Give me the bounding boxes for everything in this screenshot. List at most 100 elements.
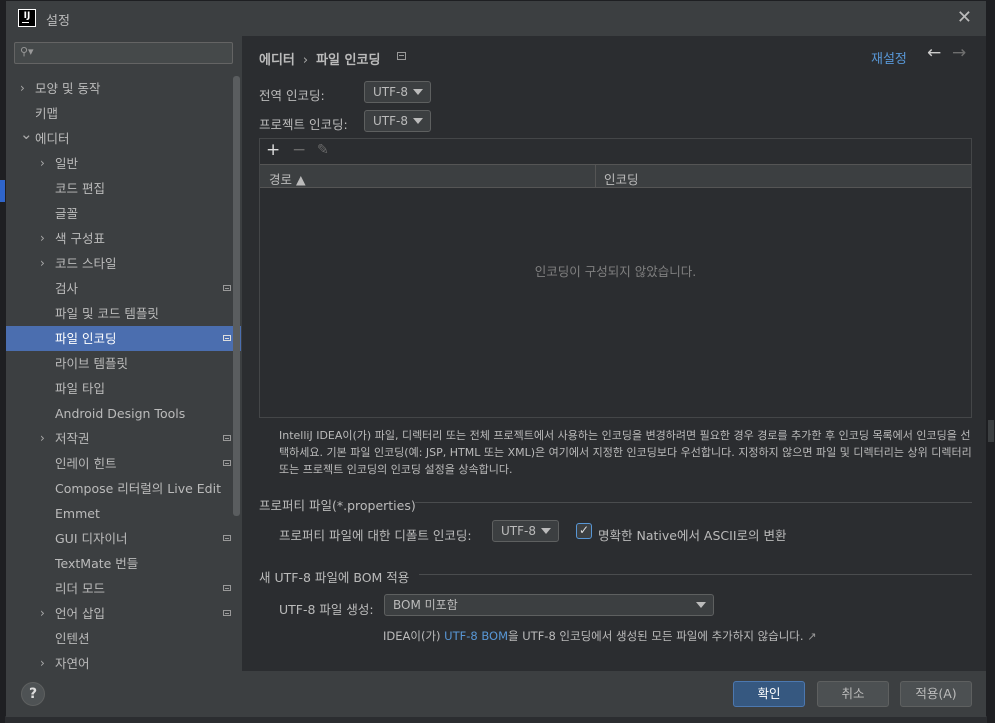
sidebar-item[interactable]: 키맵 (6, 101, 241, 126)
chevron-down-icon (541, 528, 551, 534)
sidebar-item[interactable]: GUI 디자이너 (6, 526, 241, 551)
project-level-icon (223, 460, 231, 466)
properties-default-value: UTF-8 (501, 524, 536, 538)
sidebar-item[interactable]: 파일 타입 (6, 376, 241, 401)
chevron-down-icon (413, 118, 423, 124)
project-level-icon (223, 285, 231, 291)
chevron-down-icon[interactable]: ⌄ (20, 122, 33, 147)
help-button[interactable]: ? (21, 682, 45, 706)
background-marker (988, 420, 994, 442)
chevron-right-icon[interactable]: › (40, 426, 45, 451)
sidebar-item-label: 파일 인코딩 (55, 331, 117, 346)
sidebar-item[interactable]: › 모양 및 동작 (6, 76, 241, 101)
sidebar-item[interactable]: ⌄ 에디터 (6, 125, 241, 151)
sidebar-item[interactable]: › 코드 스타일 (6, 251, 241, 276)
sidebar-item[interactable]: 파일 인코딩 (6, 326, 241, 351)
forward-arrow-icon[interactable]: → (952, 43, 966, 63)
sidebar-item[interactable]: › 일반 (6, 151, 241, 176)
sidebar-item-label: 인텐션 (55, 631, 90, 646)
chevron-right-icon[interactable]: › (40, 601, 45, 626)
sidebar-item-label: 라이브 템플릿 (55, 356, 128, 371)
column-divider[interactable] (595, 165, 596, 187)
sidebar-item-label: Android Design Tools (55, 406, 186, 421)
add-icon[interactable]: + (266, 140, 280, 160)
properties-section-title: 프로퍼티 파일(*.properties) (259, 498, 416, 513)
sidebar-item-label: 모양 및 동작 (35, 81, 101, 96)
sidebar-item[interactable]: Android Design Tools (6, 401, 241, 426)
table-header: 경로 ▲ 인코딩 (260, 164, 971, 188)
sidebar-item-label: 에디터 (35, 131, 70, 146)
external-link-icon[interactable]: ↗ (807, 630, 816, 643)
search-input[interactable]: ⚲▾ (14, 42, 233, 64)
remove-icon[interactable]: − (292, 140, 306, 160)
chevron-down-icon (696, 602, 706, 608)
help-text: IntelliJ IDEA이(가) 파일, 디렉터리 또는 전체 프로젝트에서 … (279, 429, 972, 476)
title-bar: IJ 설정 ✕ (6, 1, 986, 36)
settings-dialog: IJ 설정 ✕ ⚲▾ › 모양 및 동작 키맵 ⌄ 에디터 › 일반 코드 편집 글꼴 › 색 구성… (5, 0, 987, 717)
sidebar-item[interactable]: Compose 리터럴의 Live Edit (6, 476, 241, 501)
native-ascii-checkbox[interactable]: ✓ (576, 523, 592, 539)
dialog-footer: ? 확인 취소 적용(A) (6, 671, 986, 717)
properties-default-select[interactable]: UTF-8 (492, 520, 559, 542)
close-icon[interactable]: ✕ (957, 7, 972, 28)
breadcrumb-parent[interactable]: 에디터 (259, 53, 295, 68)
sidebar-item-label: TextMate 번들 (55, 556, 139, 571)
sidebar-item-label: GUI 디자이너 (55, 531, 128, 546)
bom-create-value: BOM 미포함 (393, 598, 458, 612)
bom-info-text: IDEA이(가) UTF-8 BOM을 UTF-8 인코딩에서 생성된 모든 파… (383, 628, 816, 644)
sidebar-item[interactable]: 인레이 힌트 (6, 451, 241, 476)
chevron-right-icon[interactable]: › (20, 76, 25, 101)
ok-button[interactable]: 확인 (733, 681, 805, 707)
apply-button[interactable]: 적용(A) (900, 681, 972, 707)
sidebar-scrollbar[interactable] (233, 76, 240, 516)
settings-content: 에디터 › 파일 인코딩 재설정 ← → 전역 인코딩: UTF-8 프로젝트 인코… (242, 36, 986, 671)
sidebar-item-label: 언어 삽입 (55, 606, 105, 621)
cancel-button[interactable]: 취소 (817, 681, 889, 707)
column-header-encoding[interactable]: 인코딩 (604, 169, 639, 188)
sidebar-item[interactable]: 파일 및 코드 템플릿 (6, 301, 241, 326)
table-empty-text: 인코딩이 구성되지 않았습니다. (534, 264, 697, 279)
sidebar-item[interactable]: 인텐션 (6, 626, 241, 651)
window-title: 설정 (46, 14, 70, 29)
chevron-right-icon[interactable]: › (40, 151, 45, 176)
project-encoding-label: 프로젝트 인코딩: (259, 117, 348, 132)
section-divider (415, 502, 972, 503)
sidebar-item[interactable]: TextMate 번들 (6, 551, 241, 576)
settings-sidebar: ⚲▾ › 모양 및 동작 키맵 ⌄ 에디터 › 일반 코드 편집 글꼴 › 색 구성표 › 코드 스타일… (6, 36, 242, 671)
sidebar-item[interactable]: 코드 편집 (6, 176, 241, 201)
bom-info-prefix: IDEA이(가) (383, 629, 445, 643)
sidebar-item-label: 키맵 (35, 106, 59, 121)
sidebar-item[interactable]: › 언어 삽입 (6, 601, 241, 626)
sidebar-item-label: 인레이 힌트 (55, 456, 117, 471)
sidebar-item[interactable]: 글꼴 (6, 201, 241, 226)
sidebar-item-label: 저작권 (55, 431, 90, 446)
project-encoding-select[interactable]: UTF-8 (364, 110, 431, 132)
sidebar-item-label: 색 구성표 (55, 231, 105, 246)
project-level-icon (223, 335, 231, 341)
bom-create-select[interactable]: BOM 미포함 (384, 594, 714, 616)
sidebar-item-label: 리더 모드 (55, 581, 105, 596)
utf8-bom-link[interactable]: UTF-8 BOM (444, 629, 508, 643)
project-level-icon (223, 610, 231, 616)
section-divider (419, 574, 972, 575)
sidebar-item-label: 코드 스타일 (55, 256, 117, 271)
reset-link[interactable]: 재설정 (871, 48, 907, 67)
sidebar-item[interactable]: › 색 구성표 (6, 226, 241, 251)
global-encoding-label: 전역 인코딩: (259, 88, 325, 103)
column-header-path[interactable]: 경로 ▲ (269, 169, 306, 188)
global-encoding-select[interactable]: UTF-8 (364, 81, 431, 103)
chevron-right-icon[interactable]: › (40, 251, 45, 276)
sidebar-item[interactable]: Emmet (6, 501, 241, 526)
sidebar-item[interactable]: 검사 (6, 276, 241, 301)
native-ascii-label[interactable]: 명확한 Native에서 ASCII로의 변환 (598, 525, 786, 544)
bom-create-label: UTF-8 파일 생성: (279, 602, 374, 617)
sidebar-item[interactable]: 라이브 템플릿 (6, 351, 241, 376)
sidebar-item[interactable]: › 저작권 (6, 426, 241, 451)
search-icon: ⚲▾ (20, 45, 34, 58)
sidebar-item[interactable]: 리더 모드 (6, 576, 241, 601)
back-arrow-icon[interactable]: ← (927, 43, 941, 63)
sidebar-item-label: 일반 (55, 156, 79, 171)
edit-icon[interactable]: ✎ (317, 142, 329, 158)
sidebar-item-label: Compose 리터럴의 Live Edit (55, 481, 221, 496)
chevron-right-icon[interactable]: › (40, 226, 45, 251)
